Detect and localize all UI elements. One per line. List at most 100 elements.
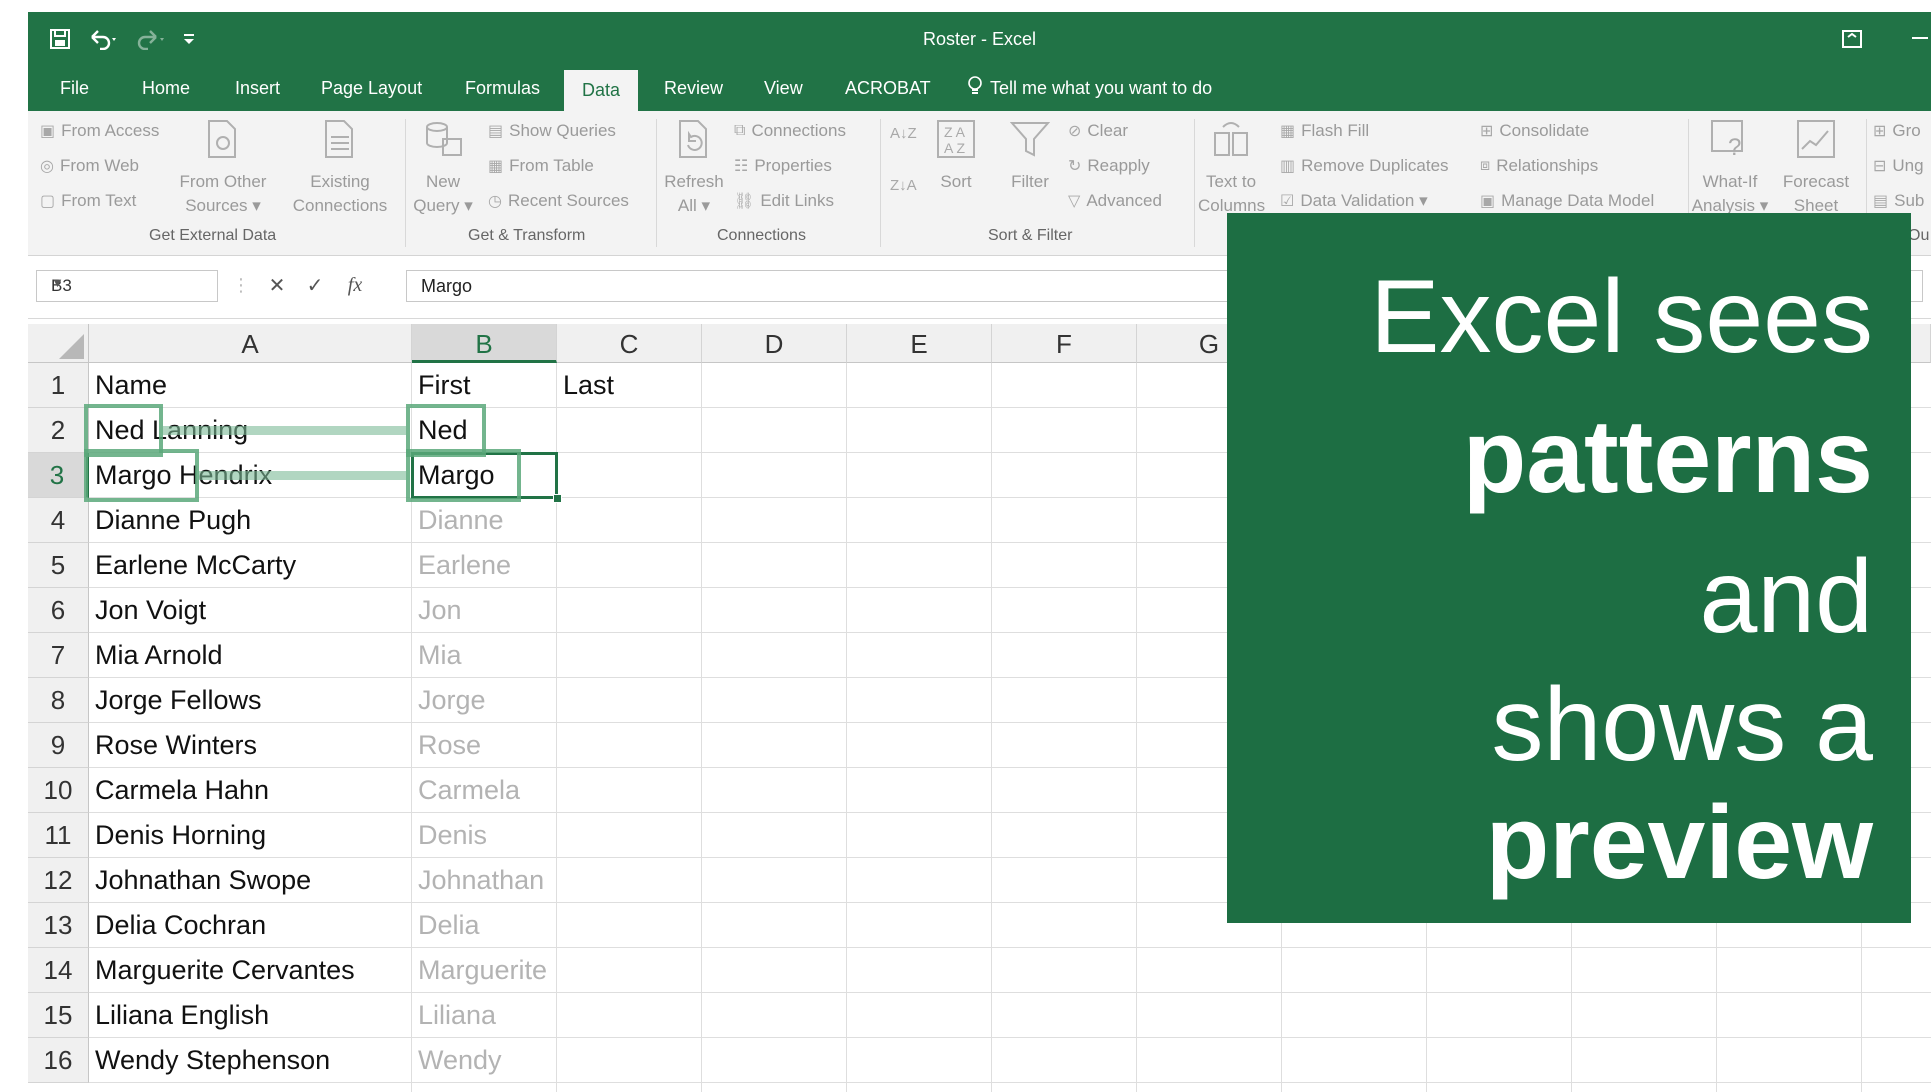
row-header-7[interactable]: 7 (28, 633, 89, 678)
cell-b10[interactable]: Carmela (412, 768, 557, 813)
cell-b13[interactable]: Delia (412, 903, 557, 948)
cell-c5[interactable] (557, 543, 702, 588)
row-header-5[interactable]: 5 (28, 543, 89, 588)
row-header-11[interactable]: 11 (28, 813, 89, 858)
name-box-dropdown-icon[interactable]: ▼ (51, 275, 209, 290)
subtotal-button[interactable]: ▤ Sub (1873, 191, 1924, 211)
cell-b7[interactable]: Mia (412, 633, 557, 678)
edit-links-button[interactable]: ⛓ Edit Links (734, 191, 834, 211)
sort-button[interactable]: Z AA Z Sort (928, 119, 984, 194)
row-header-8[interactable]: 8 (28, 678, 89, 723)
group-button[interactable]: ⊞ Gro (1873, 121, 1921, 141)
cell-c15[interactable] (557, 993, 702, 1038)
filter-button[interactable]: Filter (1002, 119, 1058, 194)
redo-icon[interactable] (132, 12, 172, 66)
ungroup-button[interactable]: ⊟ Ung (1873, 156, 1924, 176)
tab-page-layout[interactable]: Page Layout (319, 66, 424, 111)
advanced-filter-button[interactable]: ▽ Advanced (1068, 191, 1162, 211)
row-header-2[interactable]: 2 (28, 408, 89, 453)
cell-c2[interactable] (557, 408, 702, 453)
remove-duplicates-button[interactable]: ▥ Remove Duplicates (1280, 156, 1449, 176)
from-access-button[interactable]: ▣ From Access (40, 121, 159, 141)
cell-a6[interactable]: Jon Voigt (89, 588, 412, 633)
cell-a9[interactable]: Rose Winters (89, 723, 412, 768)
forecast-sheet-button[interactable]: Forecast Sheet (1776, 119, 1856, 218)
cell-b3[interactable]: Margo (412, 453, 557, 498)
cell-c9[interactable] (557, 723, 702, 768)
tab-review[interactable]: Review (662, 66, 725, 111)
sort-descending-button[interactable]: Z↓A (890, 177, 917, 194)
confirm-entry-icon[interactable]: ✓ (298, 270, 332, 300)
column-header-d[interactable]: D (702, 324, 847, 363)
cell-a4[interactable]: Dianne Pugh (89, 498, 412, 543)
cell-b8[interactable]: Jorge (412, 678, 557, 723)
cell-c8[interactable] (557, 678, 702, 723)
consolidate-button[interactable]: ⊞ Consolidate (1480, 121, 1589, 141)
relationships-button[interactable]: ⧈ Relationships (1480, 156, 1598, 176)
cell-b1[interactable]: First (412, 363, 557, 408)
cell-a12[interactable]: Johnathan Swope (89, 858, 412, 903)
tab-data[interactable]: Data (564, 70, 639, 111)
what-if-analysis-button[interactable]: ? What-If Analysis ▾ (1690, 119, 1770, 218)
cell-b6[interactable]: Jon (412, 588, 557, 633)
sort-ascending-button[interactable]: A↓Z (890, 125, 917, 142)
row-header-1[interactable]: 1 (28, 363, 89, 408)
cell-a1[interactable]: Name (89, 363, 412, 408)
cell-c13[interactable] (557, 903, 702, 948)
minimize-icon[interactable] (1910, 12, 1930, 66)
cell-a16[interactable]: Wendy Stephenson (89, 1038, 412, 1083)
cell-a8[interactable]: Jorge Fellows (89, 678, 412, 723)
column-header-b[interactable]: B (412, 324, 557, 363)
insert-function-icon[interactable]: fx (338, 270, 372, 300)
cell-a3[interactable]: Margo Hendrix (89, 453, 412, 498)
column-header-a[interactable]: A (89, 324, 412, 363)
row-header-16[interactable]: 16 (28, 1038, 89, 1083)
row-header-12[interactable]: 12 (28, 858, 89, 903)
undo-icon[interactable] (84, 12, 124, 66)
save-icon[interactable] (46, 12, 74, 66)
cell-b15[interactable]: Liliana (412, 993, 557, 1038)
text-to-columns-button[interactable]: Text to Columns (1198, 119, 1265, 218)
from-web-button[interactable]: ◎ From Web (40, 156, 139, 176)
show-queries-button[interactable]: ▤ Show Queries (488, 121, 616, 141)
tab-acrobat[interactable]: ACROBAT (843, 66, 933, 111)
column-header-c[interactable]: C (557, 324, 702, 363)
clear-filter-button[interactable]: ⊘ Clear (1068, 121, 1128, 141)
properties-button[interactable]: ☷ Properties (734, 156, 832, 176)
cell-c7[interactable] (557, 633, 702, 678)
refresh-all-button[interactable]: Refresh All ▾ (662, 119, 726, 218)
customize-quick-access-icon[interactable] (178, 12, 200, 66)
flash-fill-button[interactable]: ▦ Flash Fill (1280, 121, 1369, 141)
cell-a14[interactable]: Marguerite Cervantes (89, 948, 412, 993)
cell-c6[interactable] (557, 588, 702, 633)
manage-data-model-button[interactable]: ▣ Manage Data Model (1480, 191, 1654, 211)
cell-b11[interactable]: Denis (412, 813, 557, 858)
tab-formulas[interactable]: Formulas (463, 66, 542, 111)
cell-a2[interactable]: Ned Lanning (89, 408, 412, 453)
row-header-3[interactable]: 3 (28, 453, 89, 498)
tab-file[interactable]: File (58, 66, 91, 111)
from-text-button[interactable]: ▢ From Text (40, 191, 136, 211)
from-other-sources-button[interactable]: From Other Sources ▾ (178, 119, 268, 218)
cell-b14[interactable]: Marguerite (412, 948, 557, 993)
cell-a11[interactable]: Denis Horning (89, 813, 412, 858)
column-header-e[interactable]: E (847, 324, 992, 363)
cell-c4[interactable] (557, 498, 702, 543)
fill-handle[interactable] (553, 494, 562, 503)
cell-b16[interactable]: Wendy (412, 1038, 557, 1083)
cell-c11[interactable] (557, 813, 702, 858)
cell-c1[interactable]: Last (557, 363, 702, 408)
cell-b5[interactable]: Earlene (412, 543, 557, 588)
cell-b12[interactable]: Johnathan (412, 858, 557, 903)
connections-button[interactable]: ⧉ Connections (734, 121, 846, 141)
cell-a5[interactable]: Earlene McCarty (89, 543, 412, 588)
cell-a15[interactable]: Liliana English (89, 993, 412, 1038)
formula-bar-drag-handle[interactable]: ⋮ (224, 270, 258, 300)
select-all-corner[interactable] (28, 324, 89, 363)
cell-c3[interactable] (557, 453, 702, 498)
row-header-4[interactable]: 4 (28, 498, 89, 543)
row-header-9[interactable]: 9 (28, 723, 89, 768)
row-header-6[interactable]: 6 (28, 588, 89, 633)
recent-sources-button[interactable]: ◷ Recent Sources (488, 191, 629, 211)
tell-me-search[interactable]: Tell me what you want to do (968, 66, 1212, 111)
